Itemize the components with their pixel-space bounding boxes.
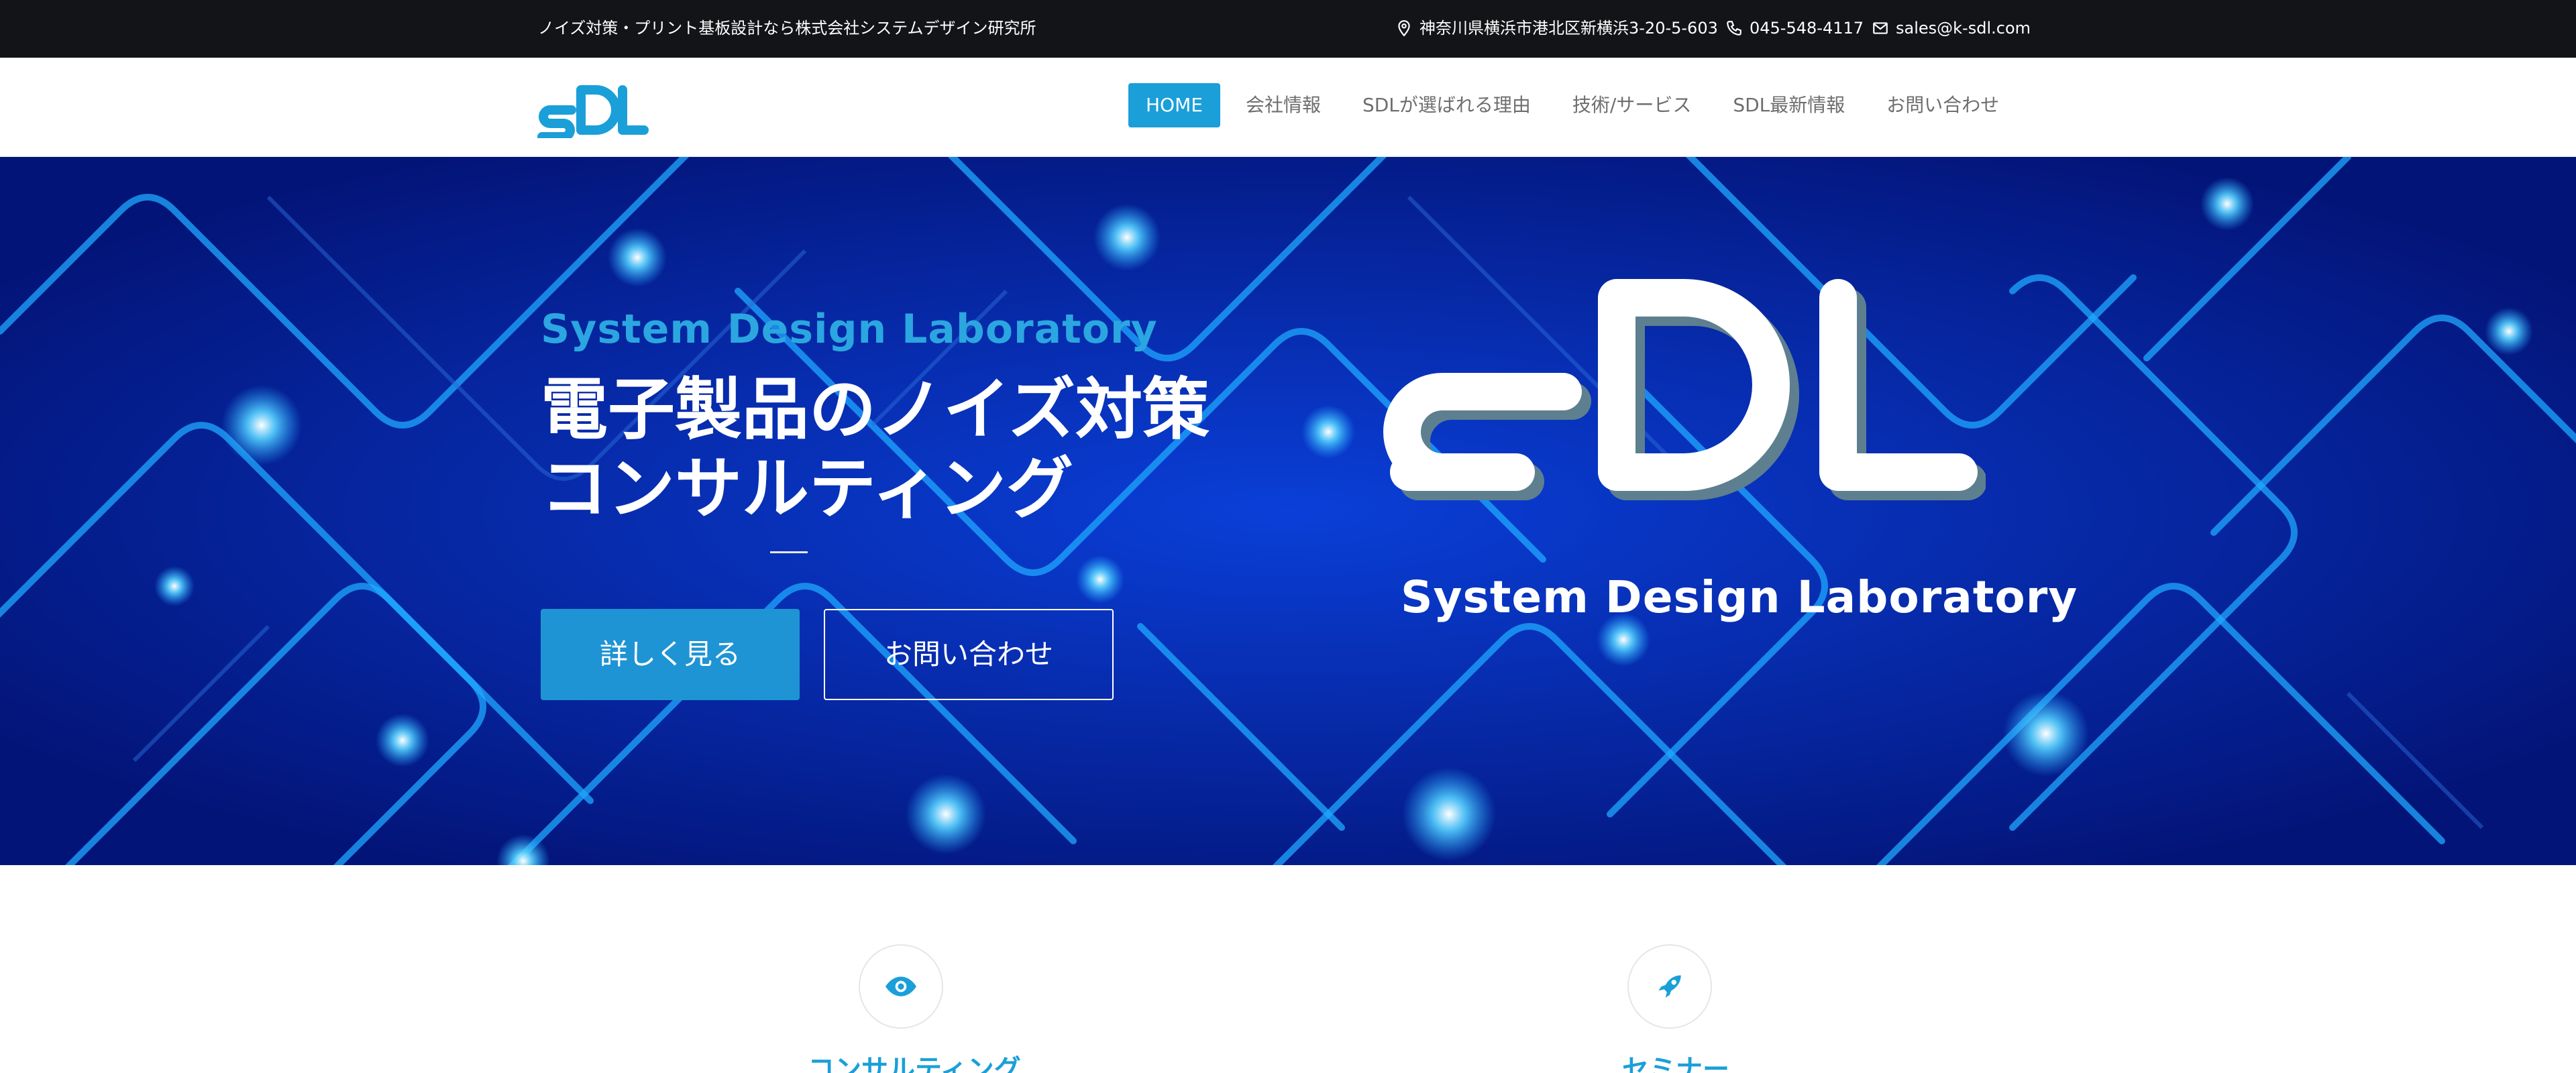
hero-title: 電子製品のノイズ対策 コンサルティング xyxy=(541,370,1210,528)
hero-sdl-logo xyxy=(1383,279,1986,500)
sdl-logo[interactable] xyxy=(537,76,649,138)
site-tagline: ノイズ対策・プリント基板設計なら株式会社システムデザイン研究所 xyxy=(538,19,1036,38)
hero-title-line-2: コンサルティング xyxy=(541,449,1073,528)
phone-text[interactable]: 045-548-4117 xyxy=(1750,17,1864,39)
seminar-feature-title[interactable]: セミナー xyxy=(1622,1048,1729,1073)
contact-button[interactable]: お問い合わせ xyxy=(824,609,1114,700)
address-info: 神奈川県横浜市港北区新横浜3-20-5-603 xyxy=(1395,17,1718,39)
consulting-feature-title[interactable]: コンサルティング xyxy=(808,1048,1021,1073)
top-info-bar: ノイズ対策・プリント基板設計なら株式会社システムデザイン研究所 神奈川県横浜市港… xyxy=(0,0,2576,58)
phone-info[interactable]: 045-548-4117 xyxy=(1725,17,1864,39)
seminar-feature-icon-circle[interactable] xyxy=(1627,944,1712,1029)
nav-company[interactable]: 会社情報 xyxy=(1228,83,1338,127)
nav-reasons[interactable]: SDLが選ばれる理由 xyxy=(1345,83,1548,127)
circuit-background xyxy=(0,157,2576,865)
phone-icon xyxy=(1727,21,1741,36)
nav-services[interactable]: 技術/サービス xyxy=(1555,83,1709,127)
email-text[interactable]: sales@k-sdl.com xyxy=(1896,17,2031,39)
address-text: 神奈川県横浜市港北区新横浜3-20-5-603 xyxy=(1419,19,1718,38)
mail-icon xyxy=(1873,22,1888,34)
consulting-feature-icon-circle[interactable] xyxy=(859,944,943,1029)
map-pin-icon xyxy=(1398,20,1410,37)
eye-icon xyxy=(885,976,916,997)
site-header: HOME 会社情報 SDLが選ばれる理由 技術/サービス SDL最新情報 お問い… xyxy=(0,58,2576,157)
learn-more-button[interactable]: 詳しく見る xyxy=(541,609,800,700)
hero-banner: System Design Laboratory 電子製品のノイズ対策 コンサル… xyxy=(0,157,2576,865)
hero-title-line-1: 電子製品のノイズ対策 xyxy=(541,370,1210,449)
hero-logo-caption: System Design Laboratory xyxy=(1401,571,2078,623)
email-info[interactable]: sales@k-sdl.com xyxy=(1872,17,2031,39)
nav-contact[interactable]: お問い合わせ xyxy=(1869,83,2017,127)
rocket-icon xyxy=(1658,975,1681,998)
nav-news[interactable]: SDL最新情報 xyxy=(1715,83,1862,127)
hero-divider xyxy=(770,551,808,553)
main-nav: HOME 会社情報 SDLが選ばれる理由 技術/サービス SDL最新情報 お問い… xyxy=(1128,83,2023,127)
nav-home[interactable]: HOME xyxy=(1128,83,1220,127)
hero-subtitle: System Design Laboratory xyxy=(541,306,1158,353)
